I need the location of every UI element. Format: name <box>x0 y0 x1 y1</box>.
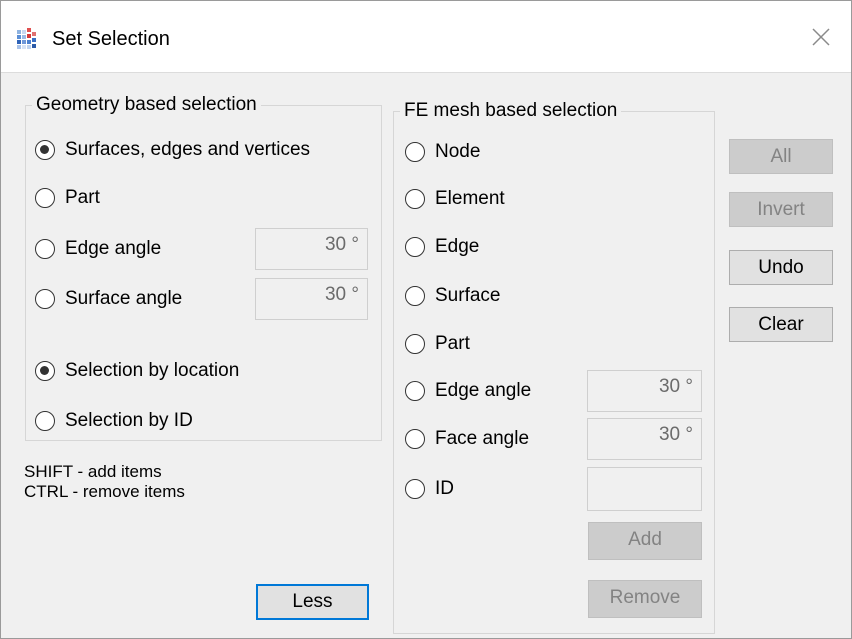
radio-label: Surface <box>435 285 501 306</box>
radio-fe-surface[interactable]: Surface <box>405 285 500 307</box>
radio-geometry-part[interactable]: Part <box>35 187 100 209</box>
all-button[interactable]: All <box>729 139 833 174</box>
radio-label: ID <box>435 478 454 499</box>
radio-indicator <box>35 140 55 160</box>
ctrl-hint: CTRL - remove items <box>24 482 185 501</box>
less-button[interactable]: Less <box>256 584 369 620</box>
radio-indicator <box>405 189 425 209</box>
radio-fe-node[interactable]: Node <box>405 141 480 163</box>
close-icon[interactable] <box>808 24 834 50</box>
radio-selection-by-id[interactable]: Selection by ID <box>35 410 193 432</box>
radio-indicator <box>405 142 425 162</box>
radio-label: Edge <box>435 236 480 257</box>
radio-indicator <box>405 286 425 306</box>
radio-fe-edge-angle[interactable]: Edge angle <box>405 380 531 402</box>
undo-button[interactable]: Undo <box>729 250 833 285</box>
radio-fe-face-angle[interactable]: Face angle <box>405 428 529 450</box>
radio-fe-element[interactable]: Element <box>405 188 505 210</box>
add-button[interactable]: Add <box>588 522 702 560</box>
radio-label: Edge angle <box>65 238 162 259</box>
remove-button[interactable]: Remove <box>588 580 702 618</box>
radio-indicator <box>35 239 55 259</box>
radio-fe-id[interactable]: ID <box>405 478 454 500</box>
radio-label: Part <box>65 187 100 208</box>
radio-label: Surfaces, edges and vertices <box>65 139 311 160</box>
shift-hint: SHIFT - add items <box>24 462 162 481</box>
radio-indicator <box>405 237 425 257</box>
radio-indicator <box>35 361 55 381</box>
fe-edge-angle-field[interactable]: 30 ° <box>587 370 702 412</box>
radio-label: Selection by location <box>65 360 240 381</box>
geometry-group-legend: Geometry based selection <box>36 94 257 115</box>
radio-selection-by-location[interactable]: Selection by location <box>35 360 239 382</box>
radio-label: Face angle <box>435 428 530 449</box>
radio-surfaces-edges-vertices[interactable]: Surfaces, edges and vertices <box>35 139 310 161</box>
invert-button[interactable]: Invert <box>729 192 833 227</box>
clear-button[interactable]: Clear <box>729 307 833 342</box>
radio-fe-part[interactable]: Part <box>405 333 470 355</box>
geometry-surface-angle-field[interactable]: 30 ° <box>255 278 368 320</box>
radio-label: Element <box>435 188 505 209</box>
radio-indicator <box>405 479 425 499</box>
radio-indicator <box>35 289 55 309</box>
radio-label: Edge angle <box>435 380 532 401</box>
title-bar: Set Selection <box>0 0 852 73</box>
radio-geometry-surface-angle[interactable]: Surface angle <box>35 288 182 310</box>
app-icon <box>17 28 36 49</box>
radio-label: Node <box>435 141 481 162</box>
radio-indicator <box>35 411 55 431</box>
radio-indicator <box>405 334 425 354</box>
radio-label: Part <box>435 333 470 354</box>
radio-indicator <box>35 188 55 208</box>
fe-group-legend: FE mesh based selection <box>404 100 618 121</box>
radio-geometry-edge-angle[interactable]: Edge angle <box>35 238 161 260</box>
geometry-edge-angle-field[interactable]: 30 ° <box>255 228 368 270</box>
radio-label: Surface angle <box>65 288 183 309</box>
radio-indicator <box>405 381 425 401</box>
window-title: Set Selection <box>52 28 170 50</box>
radio-label: Selection by ID <box>65 410 193 431</box>
fe-face-angle-field[interactable]: 30 ° <box>587 418 702 460</box>
fe-id-field[interactable] <box>587 467 702 511</box>
radio-indicator <box>405 429 425 449</box>
radio-fe-edge[interactable]: Edge <box>405 236 479 258</box>
